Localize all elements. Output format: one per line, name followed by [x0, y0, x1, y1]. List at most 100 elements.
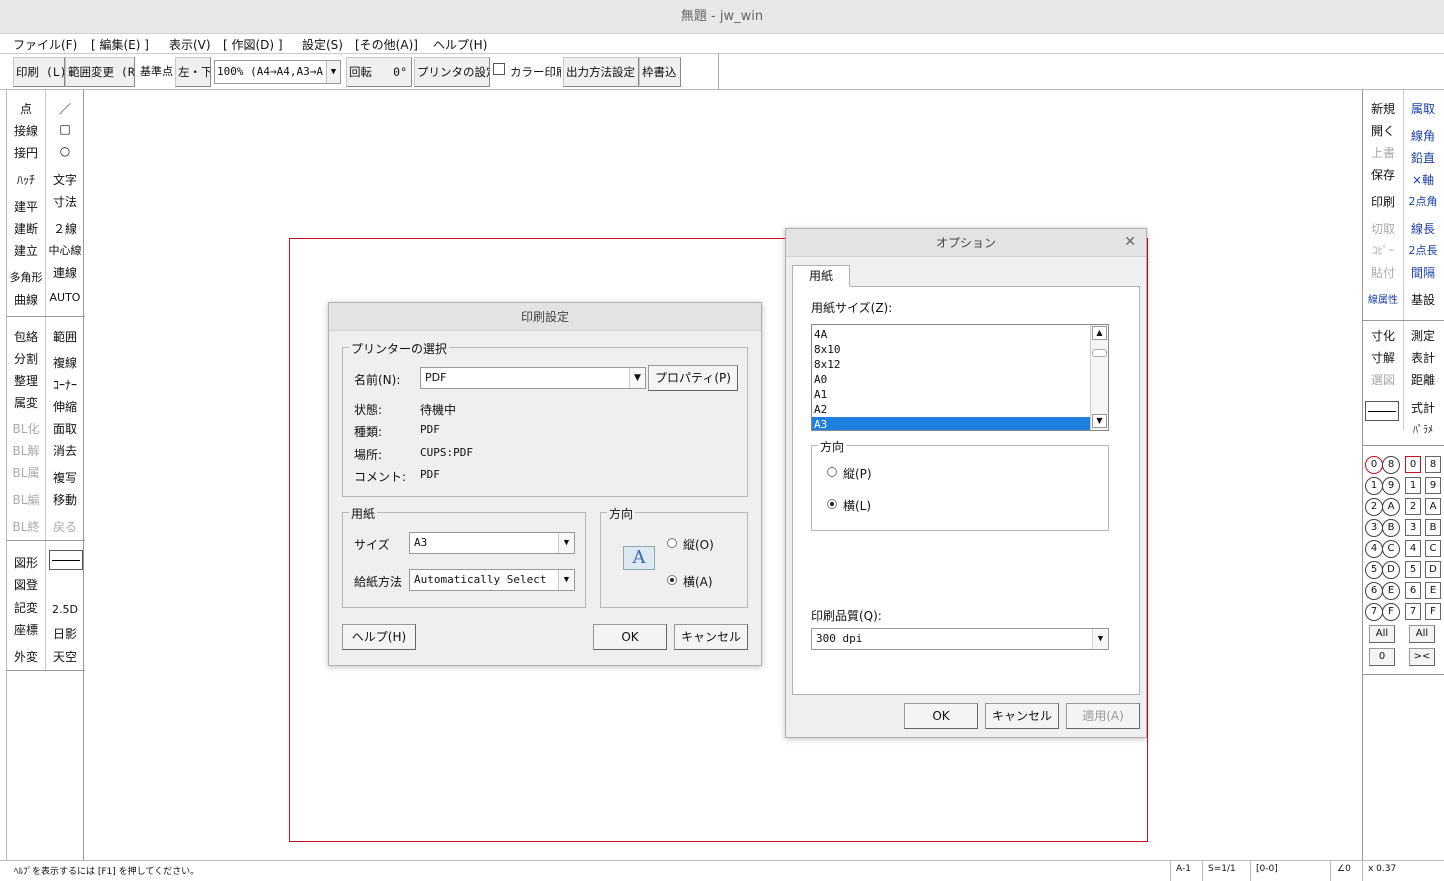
portrait-radio[interactable] [667, 538, 677, 548]
layer-group-button[interactable]: D [1382, 561, 1400, 579]
tool-tangent-circle[interactable]: 接円 [7, 144, 45, 161]
list-item[interactable]: A1 [814, 387, 1090, 402]
color-print-checkbox[interactable] [493, 63, 505, 75]
tool-measure[interactable]: 測定 [1403, 327, 1443, 344]
menu-settings[interactable]: 設定(S) [302, 36, 343, 53]
tool-sky[interactable]: 天空 [46, 648, 84, 665]
layer-group-button[interactable]: 3 [1365, 519, 1383, 537]
tool-attr-change[interactable]: 属変 [7, 394, 45, 411]
tool-dim-create[interactable]: 寸化 [1363, 327, 1403, 344]
line-icon[interactable]: ／ [46, 100, 84, 117]
tool-formula-calc[interactable]: 式計 [1403, 399, 1443, 416]
layer-group-button[interactable]: 2 [1365, 498, 1383, 516]
menu-other[interactable]: [その他(A)] [355, 36, 418, 53]
print-button[interactable]: 印刷 (L) [13, 57, 65, 87]
tool-auto[interactable]: AUTO [46, 291, 84, 304]
tool-block-end[interactable]: BL終 [7, 518, 45, 535]
zero-layer-button[interactable]: 0 [1369, 648, 1395, 666]
rectangle-icon[interactable]: □ [46, 122, 84, 136]
list-scrollbar[interactable]: ▲ ▼ [1090, 325, 1108, 430]
tool-section[interactable]: 建断 [7, 220, 45, 237]
ok-button[interactable]: OK [593, 624, 667, 650]
tool-curve[interactable]: 曲線 [7, 291, 45, 308]
ok-button[interactable]: OK [904, 703, 978, 729]
layer-button[interactable]: E [1425, 582, 1441, 599]
tool-stretch[interactable]: 伸縮 [46, 398, 84, 415]
line-type-preview[interactable] [1365, 401, 1399, 421]
tool-vertical[interactable]: 鉛直 [1403, 149, 1443, 166]
properties-button[interactable]: プロパティ(P) [648, 365, 738, 391]
tab-paper[interactable]: 用紙 [792, 265, 850, 287]
list-item[interactable]: A0 [814, 372, 1090, 387]
tool-open[interactable]: 開く [1363, 122, 1403, 139]
tool-tangent[interactable]: 接線 [7, 122, 45, 139]
list-item[interactable]: A2 [814, 402, 1090, 417]
layer-group-button[interactable]: 4 [1365, 540, 1383, 558]
landscape-radio[interactable] [667, 575, 677, 585]
tool-chamfer[interactable]: 面取 [46, 420, 84, 437]
tool-parallel[interactable]: 複線 [46, 354, 84, 371]
tool-block-release[interactable]: BL解 [7, 442, 45, 459]
printer-name-select[interactable]: PDF ▼ [420, 367, 646, 389]
menu-help[interactable]: ヘルプ(H) [433, 36, 487, 53]
tool-block-create[interactable]: BL化 [7, 420, 45, 437]
tool-attr-pick[interactable]: 属取 [1403, 100, 1443, 117]
layer-group-button[interactable]: B [1382, 519, 1400, 537]
layer-button[interactable]: 0 [1405, 456, 1421, 473]
layer-button[interactable]: C [1425, 540, 1441, 557]
landscape-radio[interactable] [827, 499, 837, 509]
tool-elevation[interactable]: 建立 [7, 242, 45, 259]
apply-button[interactable]: 適用(A) [1066, 703, 1140, 729]
layer-group-button[interactable]: F [1382, 603, 1400, 621]
tool-external-change[interactable]: 外変 [7, 648, 45, 665]
help-button[interactable]: ヘルプ(H) [342, 624, 416, 650]
cancel-button[interactable]: キャンセル [985, 703, 1059, 729]
layer-button[interactable]: 2 [1405, 498, 1421, 515]
paper-size-list[interactable]: 4A 8x10 8x12 A0 A1 A2 A3 ▲ ▼ [811, 324, 1109, 431]
list-item[interactable]: 4A [814, 327, 1090, 342]
status-scale[interactable]: S=1/1 [1208, 864, 1236, 874]
layer-toggle-button[interactable]: >< [1409, 648, 1435, 666]
print-quality-select[interactable]: 300 dpi ▼ [811, 628, 1109, 650]
tool-polygon[interactable]: 多角形 [7, 269, 45, 285]
tool-envelope[interactable]: 包絡 [7, 328, 45, 345]
list-item-selected[interactable]: A3 [812, 417, 1090, 430]
tool-copy[interactable]: 複写 [46, 469, 84, 486]
menu-edit[interactable]: [ 編集(E) ] [91, 36, 149, 53]
status-zoom[interactable]: x 0.37 [1368, 864, 1396, 874]
tool-line-angle[interactable]: 線角 [1403, 127, 1443, 144]
cancel-button[interactable]: キャンセル [674, 624, 748, 650]
tool-interval[interactable]: 間隔 [1403, 264, 1443, 281]
tool-cut[interactable]: 切取 [1363, 220, 1403, 237]
tool-distance[interactable]: 距離 [1403, 371, 1443, 388]
layer-button[interactable]: 1 [1405, 477, 1421, 494]
layer-button[interactable]: D [1425, 561, 1441, 578]
tool-undo[interactable]: 戻る [46, 518, 84, 535]
tool-2-5d[interactable]: 2.5D [46, 603, 84, 616]
scrollbar-thumb[interactable] [1092, 349, 1107, 357]
portrait-radio[interactable] [827, 467, 837, 477]
layer-button[interactable]: 3 [1405, 519, 1421, 536]
tool-block-edit[interactable]: BL編 [7, 491, 45, 508]
status-paper[interactable]: A-1 [1176, 864, 1191, 874]
layer-group-button[interactable]: 8 [1382, 456, 1400, 474]
tool-range[interactable]: 範囲 [46, 328, 84, 345]
layer-group-button[interactable]: 9 [1382, 477, 1400, 495]
all-layers-button[interactable]: All [1409, 625, 1435, 643]
tool-paste[interactable]: 貼付 [1363, 264, 1403, 281]
layer-button[interactable]: 6 [1405, 582, 1421, 599]
layer-button[interactable]: 8 [1425, 456, 1441, 473]
tool-save[interactable]: 保存 [1363, 166, 1403, 183]
tool-line-attr[interactable]: 線属性 [1363, 291, 1403, 306]
tool-copy-clip[interactable]: ｺﾋﾟｰ [1363, 242, 1403, 258]
tool-two-point-length[interactable]: 2点長 [1403, 242, 1443, 258]
paper-source-select[interactable]: Automatically Select ▼ [409, 569, 575, 591]
layer-group-button[interactable]: 6 [1365, 582, 1383, 600]
menu-file[interactable]: ファイル(F) [13, 36, 77, 53]
status-layer[interactable]: [0-0] [1256, 864, 1278, 874]
printer-settings-button[interactable]: プリンタの設定 [414, 57, 490, 87]
tool-base-settings[interactable]: 基設 [1403, 291, 1443, 308]
layer-button[interactable]: 7 [1405, 603, 1421, 620]
tool-arrange[interactable]: 整理 [7, 372, 45, 389]
tool-erase[interactable]: 消去 [46, 442, 84, 459]
